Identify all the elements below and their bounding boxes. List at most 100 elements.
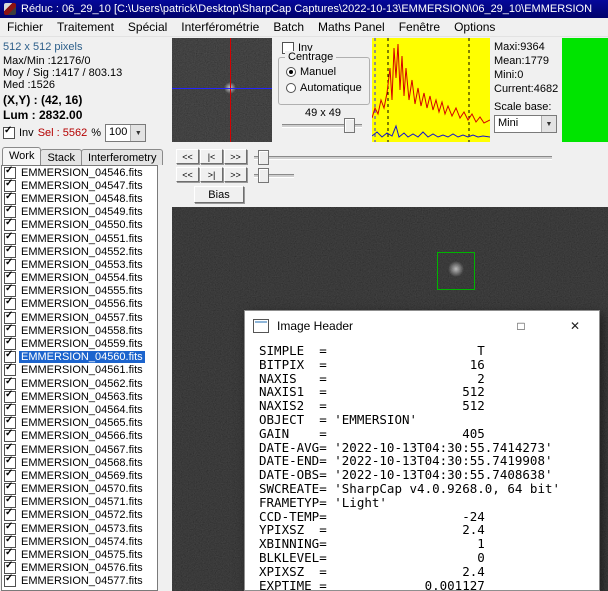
menu-item[interactable]: Options bbox=[447, 19, 502, 35]
file-list-item[interactable]: EMMERSION_04554.fits bbox=[2, 272, 157, 285]
file-list-item[interactable]: EMMERSION_04557.fits bbox=[2, 311, 157, 324]
file-checkbox[interactable] bbox=[4, 338, 16, 350]
automatic-radio-row[interactable]: Automatique bbox=[286, 82, 362, 94]
file-checkbox[interactable] bbox=[4, 246, 16, 258]
file-list-item[interactable]: EMMERSION_04548.fits bbox=[2, 192, 157, 205]
scale-base-combobox[interactable]: Mini ▼ bbox=[494, 115, 557, 133]
bias-button[interactable]: Bias bbox=[194, 186, 244, 203]
file-checkbox[interactable] bbox=[4, 575, 16, 587]
nav2-next-button[interactable]: >| bbox=[200, 167, 223, 182]
file-list-item[interactable]: EMMERSION_04547.fits bbox=[2, 179, 157, 192]
file-checkbox[interactable] bbox=[4, 404, 16, 416]
menu-item[interactable]: Spécial bbox=[121, 19, 174, 35]
file-list-item[interactable]: EMMERSION_04569.fits bbox=[2, 469, 157, 482]
file-list-item[interactable]: EMMERSION_04552.fits bbox=[2, 245, 157, 258]
file-checkbox[interactable] bbox=[4, 351, 16, 363]
file-checkbox[interactable] bbox=[4, 523, 16, 535]
file-list-item[interactable]: EMMERSION_04559.fits bbox=[2, 337, 157, 350]
file-checkbox[interactable] bbox=[4, 470, 16, 482]
nav-prev-button[interactable]: |< bbox=[200, 149, 223, 164]
frame-slider-thumb[interactable] bbox=[258, 150, 269, 165]
menu-item[interactable]: Batch bbox=[266, 19, 311, 35]
file-list-item[interactable]: EMMERSION_04567.fits bbox=[2, 443, 157, 456]
file-checkbox[interactable] bbox=[4, 391, 16, 403]
chevron-down-icon[interactable]: ▼ bbox=[541, 116, 556, 132]
file-checkbox[interactable] bbox=[4, 536, 16, 548]
file-list-item[interactable]: EMMERSION_04576.fits bbox=[2, 562, 157, 575]
file-list-tab[interactable]: Work bbox=[2, 147, 41, 165]
file-checkbox[interactable] bbox=[4, 167, 16, 179]
file-list-tab[interactable]: Interferometry bbox=[81, 149, 163, 165]
frame-slider-track[interactable] bbox=[254, 156, 552, 160]
file-checkbox[interactable] bbox=[4, 233, 16, 245]
image-header-dialog[interactable]: Image Header □ ✕ SIMPLE = TBITPIX = 16NA… bbox=[244, 310, 600, 591]
file-checkbox[interactable] bbox=[4, 312, 16, 324]
file-checkbox[interactable] bbox=[4, 285, 16, 297]
file-list-item[interactable]: EMMERSION_04561.fits bbox=[2, 364, 157, 377]
file-list-item[interactable]: EMMERSION_04553.fits bbox=[2, 258, 157, 271]
file-checkbox[interactable] bbox=[4, 298, 16, 310]
maximize-button[interactable]: □ bbox=[507, 315, 535, 336]
file-list-item[interactable]: EMMERSION_04564.fits bbox=[2, 403, 157, 416]
file-checkbox[interactable] bbox=[4, 206, 16, 218]
inv-checkbox[interactable] bbox=[3, 127, 15, 139]
file-list-item[interactable]: EMMERSION_04555.fits bbox=[2, 285, 157, 298]
file-checkbox[interactable] bbox=[4, 378, 16, 390]
file-list-item[interactable]: EMMERSION_04550.fits bbox=[2, 219, 157, 232]
automatic-radio[interactable] bbox=[286, 83, 296, 93]
file-checkbox[interactable] bbox=[4, 417, 16, 429]
file-list-item[interactable]: EMMERSION_04568.fits bbox=[2, 456, 157, 469]
title-bar[interactable]: Réduc : 06_29_10 [C:\Users\patrick\Deskt… bbox=[0, 0, 608, 18]
file-list-item[interactable]: EMMERSION_04570.fits bbox=[2, 483, 157, 496]
file-checkbox[interactable] bbox=[4, 483, 16, 495]
file-checkbox[interactable] bbox=[4, 364, 16, 376]
file-checkbox[interactable] bbox=[4, 180, 16, 192]
file-checkbox[interactable] bbox=[4, 457, 16, 469]
file-checkbox[interactable] bbox=[4, 496, 16, 508]
zoom-combobox[interactable]: 100 ▼ bbox=[105, 124, 146, 142]
file-list-tab[interactable]: Stack bbox=[40, 149, 82, 165]
file-list-item[interactable]: EMMERSION_04560.fits bbox=[2, 351, 157, 364]
close-button[interactable]: ✕ bbox=[561, 315, 589, 336]
file-list-item[interactable]: EMMERSION_04562.fits bbox=[2, 377, 157, 390]
file-list-item[interactable]: EMMERSION_04572.fits bbox=[2, 509, 157, 522]
box-size-slider-thumb[interactable] bbox=[344, 118, 355, 133]
manual-radio-row[interactable]: Manuel bbox=[286, 66, 336, 78]
nav-last-button[interactable]: >> bbox=[224, 149, 247, 164]
file-checkbox[interactable] bbox=[4, 430, 16, 442]
file-list-item[interactable]: EMMERSION_04573.fits bbox=[2, 522, 157, 535]
file-list-item[interactable]: EMMERSION_04549.fits bbox=[2, 206, 157, 219]
nav-first-button[interactable]: << bbox=[176, 149, 199, 164]
file-checkbox[interactable] bbox=[4, 325, 16, 337]
file-list-item[interactable]: EMMERSION_04575.fits bbox=[2, 548, 157, 561]
file-list-item[interactable]: EMMERSION_04566.fits bbox=[2, 430, 157, 443]
file-list-item[interactable]: EMMERSION_04551.fits bbox=[2, 232, 157, 245]
menu-item[interactable]: Interférométrie bbox=[174, 19, 266, 35]
file-list-item[interactable]: EMMERSION_04565.fits bbox=[2, 417, 157, 430]
nav2-first-button[interactable]: << bbox=[176, 167, 199, 182]
file-list-item[interactable]: EMMERSION_04546.fits bbox=[2, 166, 157, 179]
star-preview-thumbnail[interactable] bbox=[172, 38, 272, 142]
nav2-last-button[interactable]: >> bbox=[224, 167, 247, 182]
menu-item[interactable]: Traitement bbox=[50, 19, 121, 35]
file-list-item[interactable]: EMMERSION_04563.fits bbox=[2, 390, 157, 403]
file-list-item[interactable]: EMMERSION_04574.fits bbox=[2, 535, 157, 548]
chevron-down-icon[interactable]: ▼ bbox=[130, 125, 145, 141]
file-list-item[interactable]: EMMERSION_04558.fits bbox=[2, 324, 157, 337]
file-list-item[interactable]: EMMERSION_04556.fits bbox=[2, 298, 157, 311]
dialog-title-bar[interactable]: Image Header □ ✕ bbox=[245, 311, 599, 340]
menu-item[interactable]: Fenêtre bbox=[392, 19, 447, 35]
file-list-item[interactable]: EMMERSION_04571.fits bbox=[2, 496, 157, 509]
file-checkbox[interactable] bbox=[4, 509, 16, 521]
menu-item[interactable]: Fichier bbox=[0, 19, 50, 35]
file-list-item[interactable]: EMMERSION_04577.fits bbox=[2, 575, 157, 588]
file-checkbox[interactable] bbox=[4, 219, 16, 231]
menu-item[interactable]: Maths Panel bbox=[311, 19, 392, 35]
file-checkbox[interactable] bbox=[4, 562, 16, 574]
file-checkbox[interactable] bbox=[4, 272, 16, 284]
manual-radio[interactable] bbox=[286, 67, 296, 77]
speed-slider-thumb[interactable] bbox=[258, 168, 269, 183]
file-checkbox[interactable] bbox=[4, 259, 16, 271]
file-checkbox[interactable] bbox=[4, 193, 16, 205]
file-checkbox[interactable] bbox=[4, 549, 16, 561]
